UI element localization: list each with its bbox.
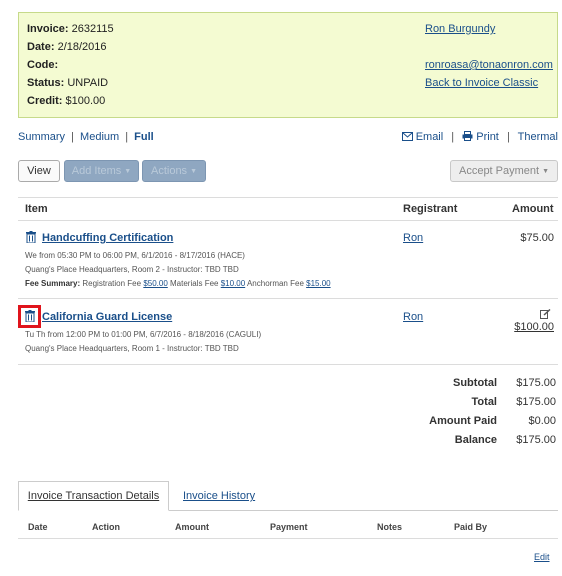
invoice-summary: Invoice: 2632115 Date: 2/18/2016 Code: S…	[18, 12, 558, 118]
customer-name-link[interactable]: Ron Burgundy	[425, 23, 495, 35]
tab-invoice-history-label: Invoice History	[183, 490, 256, 502]
email-link[interactable]: Email	[401, 131, 447, 143]
invoice-code-row: Code:	[27, 59, 58, 71]
amount-paid-value: $0.00	[528, 415, 556, 427]
invoice-credit: $100.00	[65, 95, 106, 107]
registrant-link[interactable]: Ron	[403, 311, 423, 323]
tab-transaction-details-label: Invoice Transaction Details	[27, 490, 160, 502]
accept-payment-button[interactable]: Accept Payment ▼	[450, 160, 558, 182]
balance-value: $175.00	[516, 434, 556, 446]
invoice-status-row: Status: UNPAID	[27, 77, 108, 89]
date-label: Date:	[27, 41, 55, 53]
add-items-button[interactable]: Add Items ▼	[64, 160, 139, 182]
invoice-date: 2/18/2016	[57, 41, 107, 53]
invoice-credit-row: Credit: $100.00	[27, 95, 105, 107]
item-location: Quang's Place Headquarters, Room 1 - Ins…	[25, 344, 239, 353]
print-label: Print	[476, 131, 499, 143]
subtotal-label: Subtotal	[453, 377, 497, 389]
divider	[18, 538, 558, 539]
trash-icon[interactable]	[25, 310, 35, 322]
customer-email-link[interactable]: ronroasa@tonaonron.com	[425, 59, 553, 71]
invoice-number-row: Invoice: 2632115	[27, 23, 114, 35]
code-label: Code:	[27, 59, 59, 71]
total-value: $175.00	[516, 396, 556, 408]
fee-name: Registration Fee	[82, 279, 142, 288]
tab-transaction-details[interactable]: Invoice Transaction Details	[18, 481, 169, 511]
tab-invoice-history[interactable]: Invoice History	[183, 481, 255, 511]
amount-paid-label: Amount Paid	[429, 415, 497, 427]
item-title-link[interactable]: Handcuffing Certification	[42, 232, 173, 244]
back-to-classic-link[interactable]: Back to Invoice Classic	[425, 77, 538, 89]
separator: |	[451, 131, 455, 143]
item-location: Quang's Place Headquarters, Room 2 - Ins…	[25, 265, 239, 274]
view-button[interactable]: View	[18, 160, 60, 182]
invoice-status: UNPAID	[67, 77, 109, 89]
tx-amount-header: Amount	[175, 522, 209, 532]
fee-amount-link[interactable]: $10.00	[221, 279, 245, 288]
caret-down-icon: ▼	[542, 167, 550, 175]
status-label: Status:	[27, 77, 65, 89]
view-summary-link[interactable]: Summary	[18, 131, 65, 143]
divider	[18, 220, 558, 221]
actions-button[interactable]: Actions ▼	[142, 160, 206, 182]
tx-date-header: Date	[28, 522, 48, 532]
tx-action-header: Action	[92, 522, 120, 532]
item-title-link[interactable]: California Guard License	[42, 311, 172, 323]
amount-column-header: Amount	[512, 203, 554, 215]
tx-notes-header: Notes	[377, 522, 403, 532]
envelope-icon	[401, 132, 413, 141]
thermal-link[interactable]: Thermal	[518, 131, 558, 143]
fee-name: Anchorman Fee	[246, 279, 304, 288]
item-schedule: We from 05:30 PM to 06:00 PM, 6/1/2016 -…	[25, 251, 245, 260]
add-items-label: Add Items	[71, 165, 122, 177]
fee-summary-label: Fee Summary:	[25, 279, 81, 288]
item-amount: $75.00	[520, 232, 554, 244]
divider	[18, 197, 558, 198]
fee-name: Materials Fee	[170, 279, 219, 288]
actions-label: Actions	[150, 165, 188, 177]
view-button-label: View	[27, 165, 51, 177]
separator: |	[125, 131, 129, 143]
output-links: Email | Print | Thermal	[401, 131, 558, 143]
caret-down-icon: ▼	[190, 167, 197, 175]
fee-amount-link[interactable]: $50.00	[143, 279, 167, 288]
fee-summary: Fee Summary: Registration Fee $50.00 Mat…	[25, 279, 331, 288]
accept-payment-label: Accept Payment	[458, 165, 540, 177]
print-icon	[462, 131, 473, 141]
invoice-date-row: Date: 2/18/2016	[27, 41, 107, 53]
credit-label: Credit:	[27, 95, 63, 107]
caret-down-icon: ▼	[124, 167, 132, 175]
invoice-tabs: Invoice Transaction Details Invoice Hist…	[18, 481, 558, 511]
item-column-header: Item	[25, 203, 48, 215]
email-label: Email	[415, 131, 444, 143]
item-schedule: Tu Th from 12:00 PM to 01:00 PM, 6/7/201…	[25, 330, 262, 339]
total-label: Total	[471, 396, 497, 408]
print-link[interactable]: Print	[462, 131, 502, 143]
registrant-column-header: Registrant	[403, 203, 458, 215]
divider	[18, 364, 558, 365]
divider	[18, 298, 558, 299]
balance-label: Balance	[454, 434, 497, 446]
separator: |	[506, 131, 510, 143]
subtotal-value: $175.00	[516, 377, 556, 389]
view-detail-links: Summary | Medium | Full	[18, 131, 154, 143]
view-medium-link[interactable]: Medium	[80, 131, 119, 143]
invoice-label: Invoice:	[27, 23, 69, 35]
tx-paid-by-header: Paid By	[454, 522, 488, 532]
divider	[169, 510, 558, 511]
registrant-link[interactable]: Ron	[403, 232, 423, 244]
separator: |	[71, 131, 74, 143]
edit-icon[interactable]	[540, 308, 551, 322]
view-full-link[interactable]: Full	[134, 131, 154, 143]
edit-link[interactable]: Edit	[534, 552, 550, 562]
trash-icon[interactable]	[26, 231, 36, 243]
item-amount-link[interactable]: $100.00	[514, 321, 554, 333]
tx-payment-header: Payment	[270, 522, 308, 532]
invoice-number: 2632115	[71, 23, 114, 35]
fee-amount-link[interactable]: $15.00	[306, 279, 330, 288]
